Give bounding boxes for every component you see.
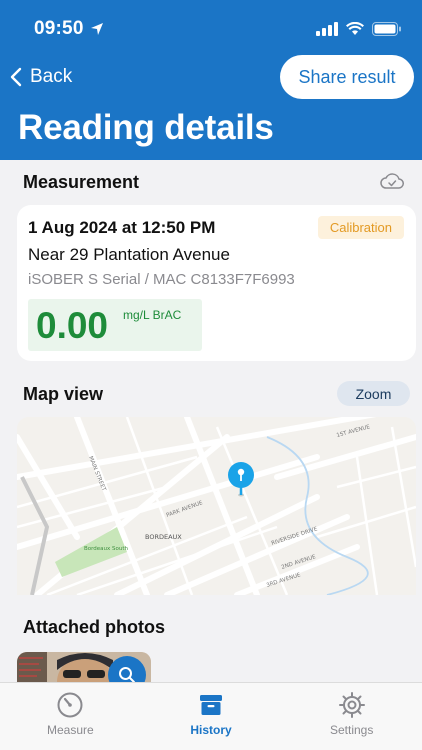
map-view[interactable]: BORDEAUX Bordeaux South MAIN STREET PARK…	[17, 417, 416, 595]
photos-section-title: Attached photos	[23, 617, 165, 637]
status-time: 09:50	[34, 18, 84, 39]
measurement-datetime: 1 Aug 2024 at 12:50 PM	[28, 218, 216, 237]
location-arrow-icon	[90, 23, 103, 35]
back-button[interactable]: Back	[10, 66, 72, 88]
share-result-button[interactable]: Share result	[280, 55, 414, 99]
calibration-badge: Calibration	[317, 216, 404, 239]
measurement-address: Near 29 Plantation Avenue	[28, 245, 230, 264]
tab-measure-label: Measure	[46, 723, 94, 737]
cloud-check-icon	[380, 173, 404, 189]
zoom-button[interactable]: Zoom	[337, 381, 410, 406]
back-label: Back	[30, 66, 73, 87]
reading-value: 0.00	[36, 305, 109, 346]
map-label-bordeaux-south: Bordeaux South	[84, 546, 129, 552]
map-label-bordeaux: BORDEAUX	[145, 533, 182, 541]
map-canvas: BORDEAUX Bordeaux South MAIN STREET PARK…	[17, 417, 416, 595]
gear-icon	[338, 692, 365, 718]
status-icons	[316, 22, 402, 36]
tab-history[interactable]: History	[141, 683, 282, 750]
gauge-icon	[57, 692, 83, 718]
measurement-card: 1 Aug 2024 at 12:50 PM Calibration Near …	[17, 205, 416, 361]
tab-measure[interactable]: Measure	[0, 683, 141, 750]
signal-icon	[316, 22, 338, 36]
map-section-title: Map view	[23, 384, 104, 404]
reading-unit: mg/L BrAC	[123, 308, 182, 322]
app-header: 09:50 Back Share result Reading details	[0, 0, 422, 160]
chevron-left-icon	[10, 67, 22, 87]
tab-bar: Measure History Settings	[0, 682, 422, 750]
reading-box: 0.00 mg/L BrAC	[28, 299, 202, 351]
tab-settings[interactable]: Settings	[281, 683, 422, 750]
device-info: iSOBER S Serial / MAC C8133F7F6993	[28, 271, 295, 288]
battery-icon	[372, 22, 401, 36]
wifi-icon	[346, 22, 364, 35]
tab-history-label: History	[190, 723, 232, 737]
page-title: Reading details	[18, 108, 274, 147]
status-bar: 09:50	[34, 17, 402, 41]
tab-settings-label: Settings	[330, 723, 374, 737]
measurement-section-title: Measurement	[23, 172, 140, 192]
archive-box-icon	[200, 695, 222, 715]
